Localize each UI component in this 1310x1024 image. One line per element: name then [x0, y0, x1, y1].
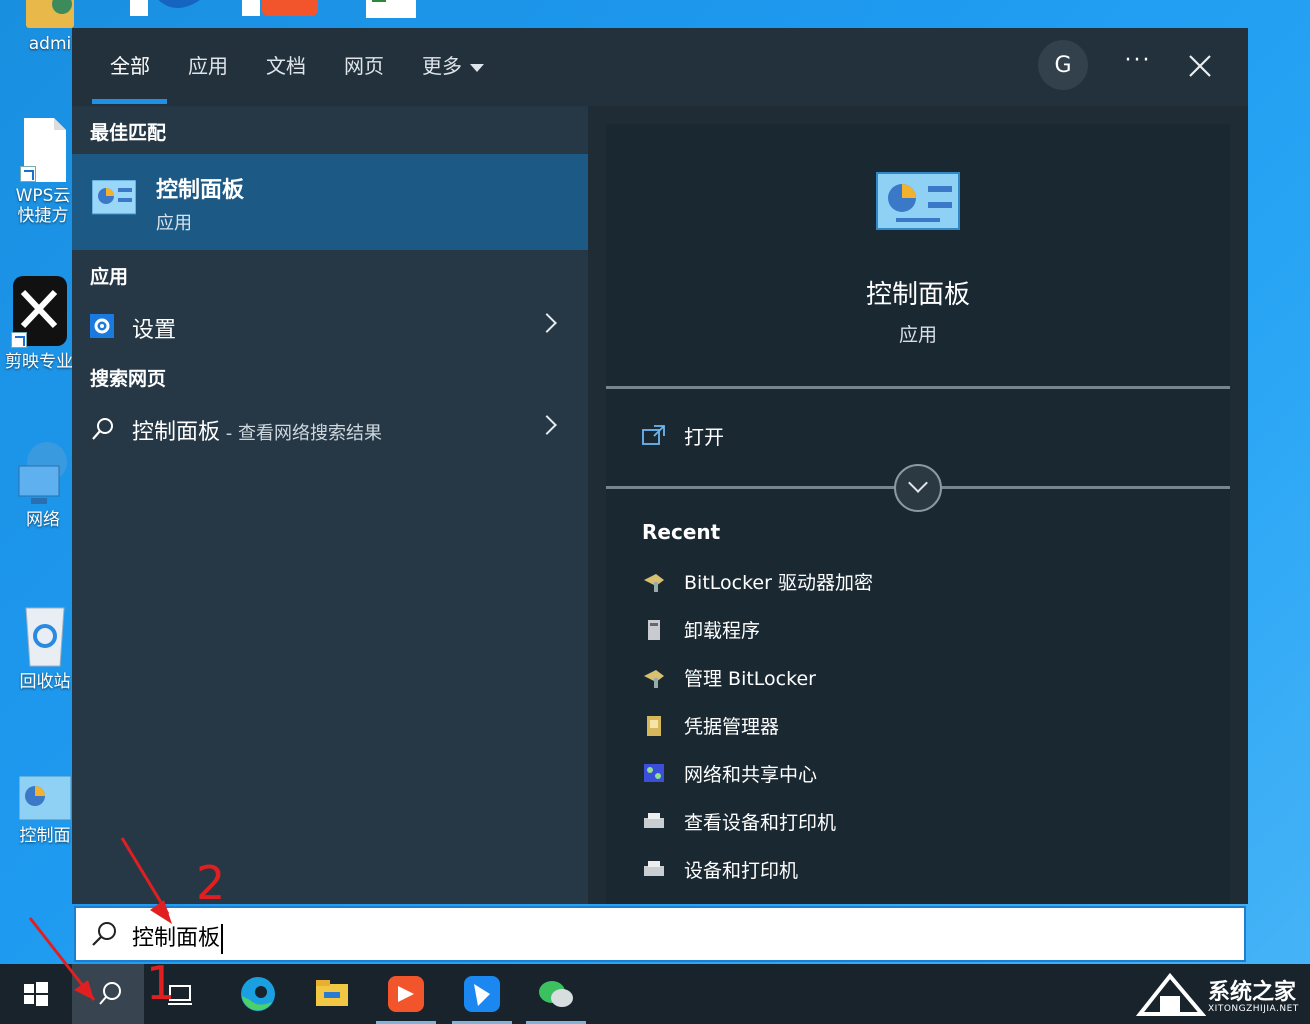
watermark-logo-icon [1135, 972, 1207, 1016]
watermark-title: 系统之家 [1208, 980, 1297, 1005]
watermark-url: XITONGZHIJIA.NET [1208, 1004, 1299, 1014]
annotation-step-2: 2 [196, 856, 226, 910]
annotation-step-1: 1 [146, 956, 176, 1010]
site-watermark: 系统之家 XITONGZHIJIA.NET [1135, 970, 1306, 1020]
